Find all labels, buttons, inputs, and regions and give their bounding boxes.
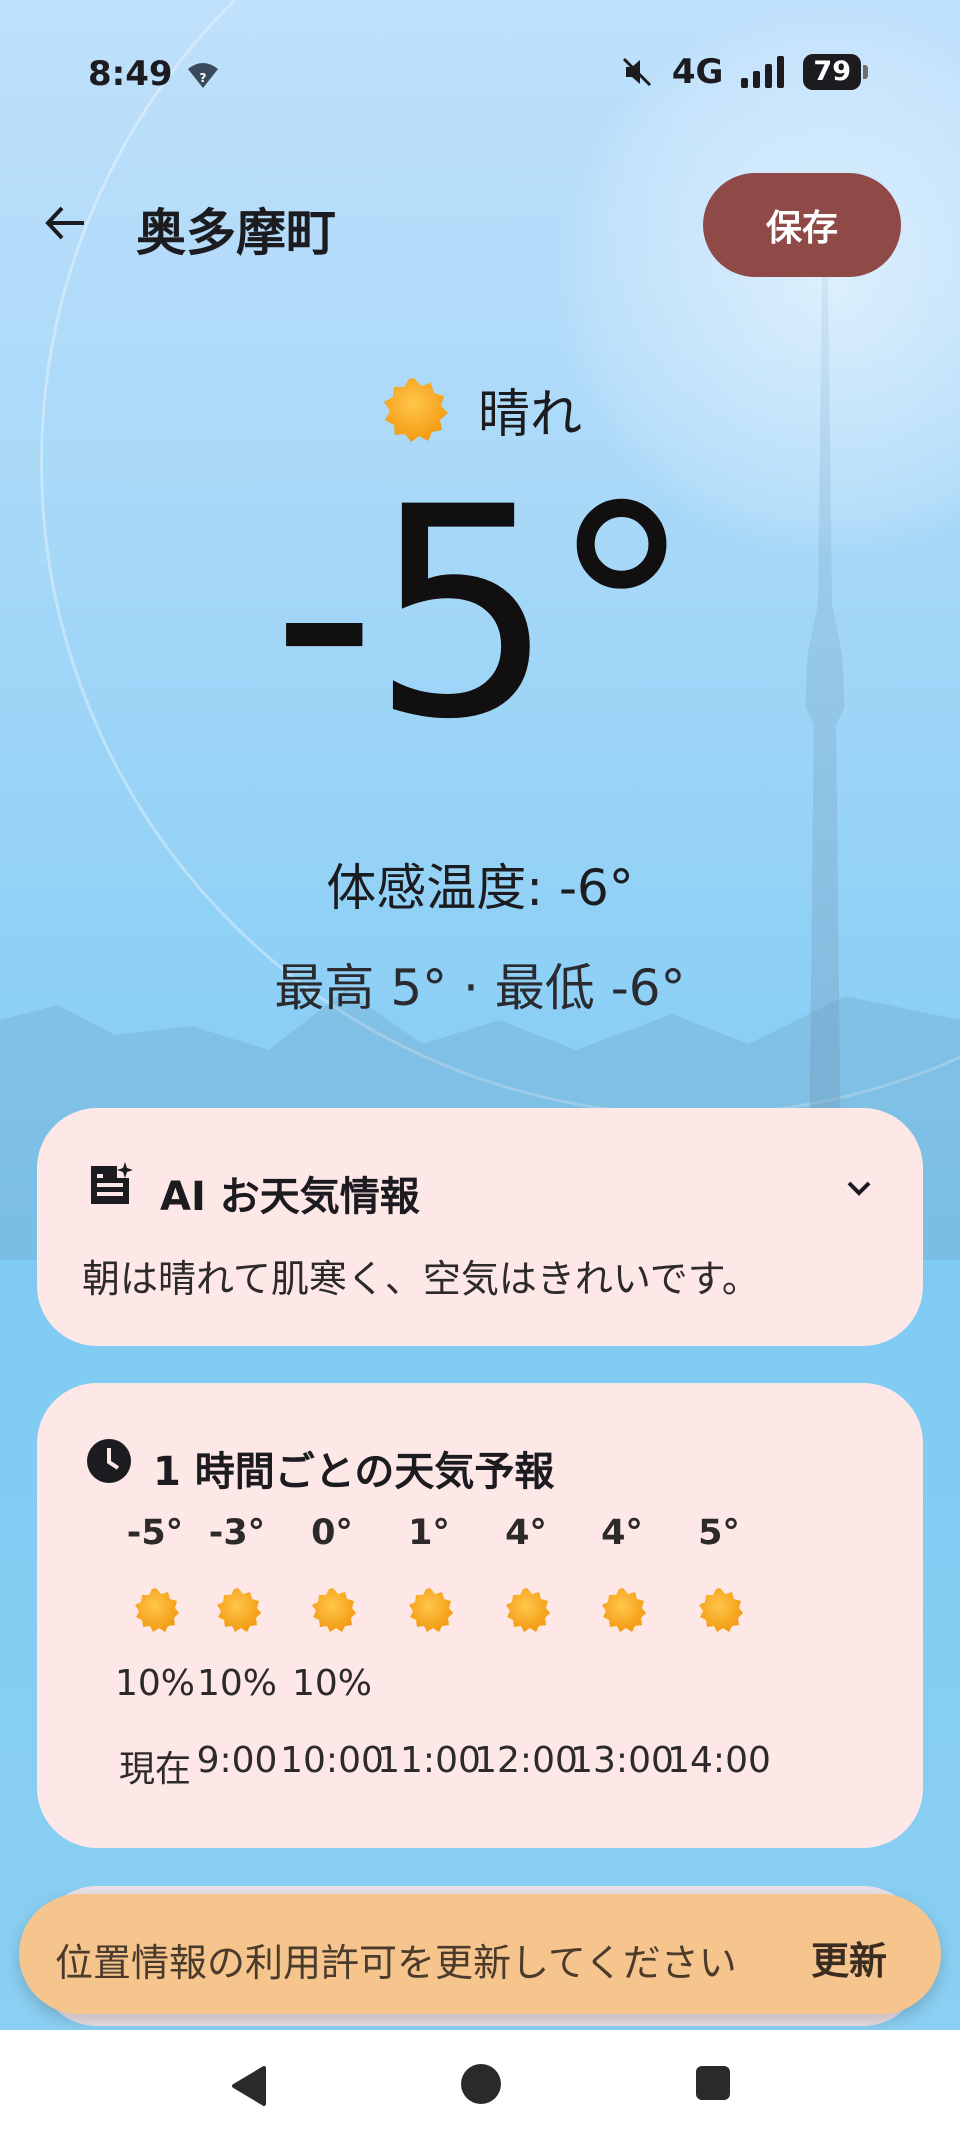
ai-card-summary: 朝は晴れて肌寒く、空気はきれいです。 — [82, 1257, 760, 1301]
hourly-temp: 5° — [698, 1513, 740, 1553]
battery-icon: 79 — [803, 54, 868, 90]
location-title: 奥多摩町 — [136, 204, 336, 262]
hourly-time: 14:00 — [667, 1740, 771, 1781]
location-permission-snackbar: 位置情報の利用許可を更新してください 更新 — [19, 1894, 941, 2014]
sunny-icon — [214, 1586, 262, 1634]
sunny-icon — [406, 1586, 454, 1634]
clock-icon — [87, 1439, 131, 1483]
status-bar: 8:49 ? 4G 79 — [0, 0, 960, 150]
status-time: 8:49 — [88, 54, 173, 94]
hourly-title: 1 時間ごとの天気予報 — [153, 1449, 555, 1495]
snackbar-message: 位置情報の利用許可を更新してください — [55, 1941, 737, 1985]
hourly-precip: 10% — [291, 1663, 372, 1704]
signal-icon — [741, 56, 785, 88]
sunny-icon — [503, 1586, 551, 1634]
current-condition: 晴れ — [0, 372, 960, 447]
sunny-icon — [599, 1586, 647, 1634]
ai-sparkle-doc-icon — [91, 1162, 133, 1204]
status-icons: 4G 79 — [620, 52, 868, 92]
nav-recents-icon[interactable] — [696, 2066, 730, 2100]
battery-level: 79 — [803, 54, 861, 90]
nav-back-icon[interactable] — [228, 2064, 268, 2108]
save-button[interactable]: 保存 — [703, 173, 901, 277]
ai-card-title: AI お天気情報 — [160, 1174, 420, 1220]
current-temperature: -5° — [271, 446, 694, 783]
system-nav-bar — [0, 2030, 960, 2142]
network-type: 4G — [671, 52, 724, 92]
wifi-question-icon: ? — [188, 63, 218, 88]
svg-text:?: ? — [200, 71, 207, 85]
mute-icon — [622, 57, 651, 87]
sunny-icon — [696, 1586, 744, 1634]
sunny-icon — [309, 1586, 357, 1634]
feels-like: 体感温度: -6° — [326, 859, 634, 917]
high-low: 最高 5° · 最低 -6° — [274, 959, 686, 1017]
back-arrow-icon[interactable] — [40, 198, 90, 248]
ai-weather-card[interactable]: AI お天気情報 朝は晴れて肌寒く、空気はきれいです。 — [37, 1108, 923, 1346]
hourly-forecast-card: 1 時間ごとの天気予報 -5° 10% 現在 -3° 10% 9:00 0° 10% 10:00… — [37, 1383, 923, 1848]
sunny-icon — [383, 377, 448, 442]
nav-home-icon[interactable] — [461, 2064, 501, 2104]
sunny-icon — [132, 1586, 180, 1634]
condition-text: 晴れ — [477, 385, 582, 445]
battery-tip — [863, 65, 868, 79]
chevron-down-icon[interactable] — [839, 1168, 879, 1208]
update-button[interactable]: 更新 — [811, 1930, 887, 1985]
